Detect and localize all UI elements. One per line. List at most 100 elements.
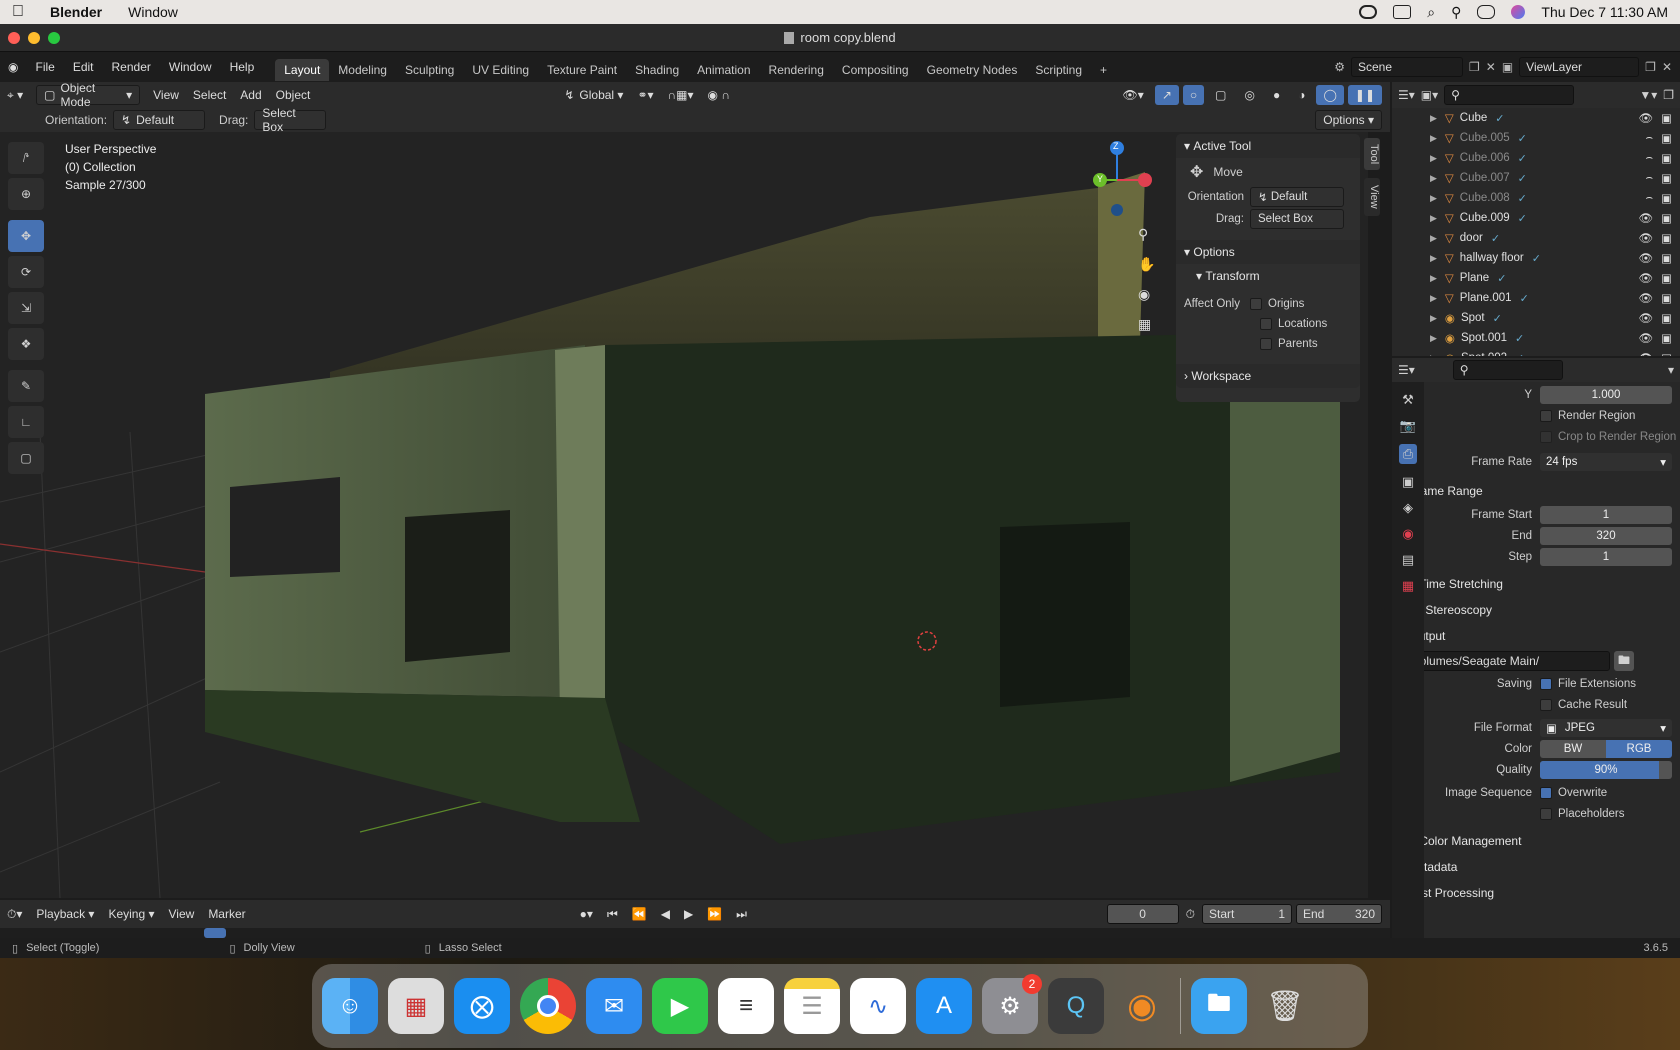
jump-end-icon[interactable]: ⏭ xyxy=(729,904,754,924)
menu-file[interactable]: File xyxy=(26,60,63,74)
annotate-tool-icon[interactable]: ✎ xyxy=(8,370,44,402)
menu-render[interactable]: Render xyxy=(103,60,160,74)
drag-dropdown[interactable]: Select Box xyxy=(254,106,327,134)
visibility-eye-icon[interactable]: ⌢ xyxy=(1646,132,1654,145)
metadata-header[interactable]: › Metadata xyxy=(1400,854,1680,880)
appstore-icon[interactable]: A xyxy=(916,978,972,1034)
visibility-eye-icon[interactable]: 👁 xyxy=(1639,331,1654,345)
output-path-field[interactable]: /Volumes/Seagate Main/ xyxy=(1402,651,1610,671)
outliner-item[interactable]: ▶ ▽ Cube.009 ✓ 👁 ▣ xyxy=(1392,208,1680,228)
quicktime-icon[interactable]: Q xyxy=(1048,978,1104,1034)
expand-arrow-icon[interactable]: ▶ xyxy=(1430,273,1437,284)
pause-render-icon[interactable]: ❚❚ xyxy=(1347,85,1382,105)
outliner-item[interactable]: ▶ ▽ Cube.005 ✓ ⌢ ▣ xyxy=(1392,128,1680,148)
visibility-eye-icon[interactable]: 👁 xyxy=(1639,271,1654,285)
scene-selector-icon[interactable]: ⚙ xyxy=(1334,60,1345,74)
playhead[interactable] xyxy=(204,928,226,938)
expand-arrow-icon[interactable]: ▶ xyxy=(1430,153,1437,164)
trash-icon[interactable]: 🗑 xyxy=(1257,978,1313,1034)
frame-range-header[interactable]: ▾ Frame Range xyxy=(1400,478,1680,504)
safari-icon[interactable]: ⨂ xyxy=(454,978,510,1034)
output-header[interactable]: ▾ Output xyxy=(1400,623,1680,649)
blender-icon[interactable]: ◉ xyxy=(1114,978,1170,1034)
world-properties-icon[interactable]: ◉ xyxy=(1402,526,1413,542)
select-box-tool-icon[interactable]: ⭚ xyxy=(8,142,44,174)
chrome-icon[interactable] xyxy=(520,978,576,1034)
render-camera-icon[interactable]: ▣ xyxy=(1661,351,1672,356)
collection-properties-icon[interactable]: ▤ xyxy=(1402,552,1414,568)
clock[interactable]: Thu Dec 7 11:30 AM xyxy=(1541,4,1668,20)
snap-icon[interactable]: ∩▦▾ xyxy=(661,85,701,105)
delete-scene-icon[interactable]: ✕ xyxy=(1486,60,1496,74)
outliner-item[interactable]: ▶ ▽ door ✓ 👁 ▣ xyxy=(1392,228,1680,248)
folder-icon[interactable]: 🖿 xyxy=(1191,978,1247,1034)
preview-range-icon[interactable]: ⏱ xyxy=(1179,904,1202,924)
keying-menu[interactable]: Keying ▾ xyxy=(101,904,161,924)
expand-arrow-icon[interactable]: ▶ xyxy=(1430,353,1437,357)
view-menu[interactable]: View xyxy=(146,85,186,105)
mac-window-menu[interactable]: Window xyxy=(128,4,178,20)
file-format-dropdown[interactable]: ▣ JPEG ▾ xyxy=(1540,718,1672,737)
expand-arrow-icon[interactable]: ▶ xyxy=(1430,193,1437,204)
zoom-window-button[interactable] xyxy=(48,32,60,44)
camera-view-icon[interactable]: ◉ xyxy=(1138,286,1150,303)
view-layer-icon[interactable]: ▣ xyxy=(1502,60,1513,74)
options-header[interactable]: ▾ Options xyxy=(1176,240,1360,264)
texture-properties-icon[interactable]: ▦ xyxy=(1402,578,1414,594)
visibility-eye-icon[interactable]: 👁 xyxy=(1639,251,1654,265)
keyboard-layout-icon[interactable] xyxy=(1393,5,1412,19)
wireframe-shading-icon[interactable]: ◎ xyxy=(1237,85,1261,105)
apple-menu-icon[interactable]:  xyxy=(12,3,24,21)
cursor-tool-icon[interactable]: ⊕ xyxy=(8,178,44,210)
minimize-window-button[interactable] xyxy=(28,32,40,44)
time-stretching-header[interactable]: › Time Stretching xyxy=(1412,571,1680,597)
overlay-toggle-icon[interactable]: ○ xyxy=(1182,85,1205,105)
tab-sculpting[interactable]: Sculpting xyxy=(396,59,463,81)
expand-arrow-icon[interactable]: ▶ xyxy=(1430,113,1437,124)
perspective-toggle-icon[interactable]: ▦ xyxy=(1138,316,1151,333)
view-layer-field[interactable]: ViewLayer xyxy=(1519,57,1640,77)
transform-tool-icon[interactable]: ❖ xyxy=(8,328,44,360)
cache-result-checkbox[interactable] xyxy=(1540,698,1552,711)
render-camera-icon[interactable]: ▣ xyxy=(1661,331,1672,345)
color-management-header[interactable]: › Color Management xyxy=(1412,828,1680,854)
sidebar-tab-tool[interactable]: Tool xyxy=(1364,138,1380,170)
transform-orientation-dropdown[interactable]: ↯ Global ▾ xyxy=(557,85,630,105)
menu-edit[interactable]: Edit xyxy=(64,60,103,74)
render-camera-icon[interactable]: ▣ xyxy=(1661,191,1672,205)
render-region-checkbox[interactable] xyxy=(1540,409,1552,422)
object-menu[interactable]: Object xyxy=(269,85,318,105)
jump-start-icon[interactable]: ⏮ xyxy=(600,904,625,924)
control-center-icon[interactable] xyxy=(1477,5,1496,19)
pivot-icon[interactable]: ⚭▾ xyxy=(630,85,660,105)
color-bw-button[interactable]: BW xyxy=(1540,739,1606,758)
timeline-view-menu[interactable]: View xyxy=(162,904,202,924)
color-rgb-button[interactable]: RGB xyxy=(1606,739,1672,758)
outliner-search[interactable]: ⚲ xyxy=(1444,85,1575,105)
outliner-item[interactable]: ▶ ▽ Cube.007 ✓ ⌢ ▣ xyxy=(1392,168,1680,188)
select-menu[interactable]: Select xyxy=(186,85,233,105)
render-camera-icon[interactable]: ▣ xyxy=(1661,171,1672,185)
tab-texture-paint[interactable]: Texture Paint xyxy=(538,59,626,81)
frame-start-field[interactable]: 1 xyxy=(1540,505,1672,524)
visibility-eye-icon[interactable]: 👁 xyxy=(1639,311,1654,325)
new-collection-icon[interactable]: ❐ xyxy=(1663,88,1674,102)
orientation-dropdown[interactable]: ↯ Default xyxy=(113,110,206,130)
measure-tool-icon[interactable]: ∟ xyxy=(8,406,44,438)
outliner-item[interactable]: ▶ ▽ hallway floor ✓ 👁 ▣ xyxy=(1392,248,1680,268)
scene-field[interactable]: Scene xyxy=(1351,57,1463,77)
tab-layout[interactable]: Layout xyxy=(275,59,330,81)
visibility-eye-icon[interactable]: 👁 xyxy=(1639,211,1654,225)
expand-arrow-icon[interactable]: ▶ xyxy=(1430,133,1437,144)
active-tool-header[interactable]: ▾ Active Tool xyxy=(1176,134,1360,158)
visibility-eye-icon[interactable]: 👁 xyxy=(1639,111,1654,125)
visibility-eye-icon[interactable]: 👁 xyxy=(1639,231,1654,245)
siri-icon[interactable] xyxy=(1511,5,1526,19)
mac-app-menu[interactable]: Blender xyxy=(50,4,102,20)
render-camera-icon[interactable]: ▣ xyxy=(1661,291,1672,305)
spotlight-icon[interactable]: ⚲ xyxy=(1451,4,1461,21)
tab-uv-editing[interactable]: UV Editing xyxy=(463,59,538,81)
blender-logo-icon[interactable]: ◉ xyxy=(0,60,26,74)
expand-arrow-icon[interactable]: ▶ xyxy=(1430,293,1437,304)
mail-icon[interactable]: ✉ xyxy=(586,978,642,1034)
